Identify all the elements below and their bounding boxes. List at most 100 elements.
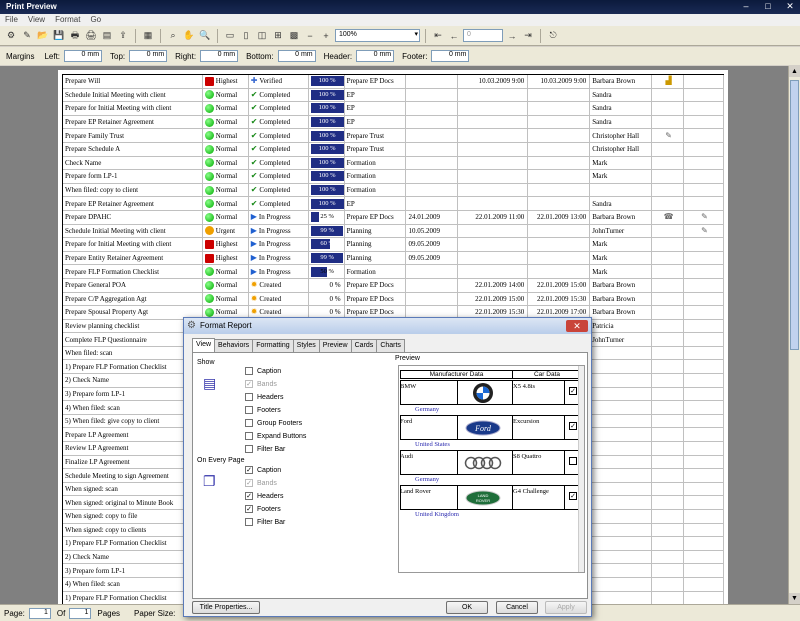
scroll-thumb[interactable] [790,80,799,350]
tab-charts[interactable]: Charts [376,339,405,353]
print-setup-icon[interactable]: 🖨 [84,29,98,43]
design-icon[interactable]: ⚙ [4,29,18,43]
current-page-field[interactable]: 1 [28,607,51,619]
checkbox-box[interactable] [245,445,253,453]
every-page-footers-checkbox[interactable]: ✓ Footers [245,505,281,513]
close-preview-icon[interactable]: ⎋ [546,29,560,43]
two-pages-icon[interactable]: ◫ [255,29,269,43]
tab-preview[interactable]: Preview [318,339,352,353]
zoom-out-icon[interactable]: − [303,29,317,43]
first-page-icon[interactable]: ⇤ [431,29,445,43]
owner-cell [590,550,653,564]
four-pages-icon[interactable]: ⊞ [271,29,285,43]
group-cell: Prepare Trust [345,142,407,156]
checkbox-box[interactable]: ✓ [245,479,253,487]
zoom-in-icon[interactable]: + [319,29,333,43]
status-text: In Progress [258,254,291,263]
scroll-down-icon[interactable]: ▼ [789,593,800,604]
owner-text: Christopher Hall [592,145,640,154]
last-page-icon[interactable]: ⇥ [521,29,535,43]
checkbox-box[interactable]: ✓ [245,492,253,500]
hand-tool-icon[interactable]: ✋ [182,29,196,43]
preview-grid-line [400,485,401,509]
margin-footer-input[interactable]: 0 mm [431,50,470,62]
format-icon[interactable]: ✎ [20,29,34,43]
note-cell [684,510,724,523]
scroll-up-icon[interactable]: ▲ [789,66,800,77]
margin-top-input[interactable]: 0 mm [129,50,168,62]
note-cell [684,333,724,346]
show-group-footers-checkbox[interactable]: Group Footers [245,419,302,427]
menu-format[interactable]: Format [50,14,85,26]
preview-scrollbar[interactable] [578,366,584,572]
show-footers-checkbox[interactable]: Footers [245,406,281,414]
task-text: 4) When filed: scan [65,403,120,412]
group-cell: EP [345,115,407,129]
checkbox-box[interactable] [245,419,253,427]
minimize-button[interactable]: – [740,1,752,12]
menu-file[interactable]: File [0,14,23,26]
next-page-icon[interactable]: → [505,29,519,43]
show-expand-buttons-checkbox[interactable]: Expand Buttons [245,432,306,440]
menu-go[interactable]: Go [85,14,106,26]
cancel-button[interactable]: Cancel [496,601,538,614]
zoom-combo[interactable]: 100% ▾ [335,29,420,42]
margin-right-input[interactable]: 0 mm [200,50,239,62]
page-width-icon[interactable]: ▭ [223,29,237,43]
show-caption-checkbox[interactable]: Caption [245,367,281,375]
checkbox-box[interactable] [245,393,253,401]
note-icon: ✎ [701,225,708,235]
checkbox-box[interactable]: ✓ [245,466,253,474]
dialog-title-bar[interactable]: ⚙ Format Report ✕ [184,318,591,334]
vertical-scrollbar[interactable]: ▲ ▼ [788,66,800,604]
open-icon[interactable]: 📂 [36,29,50,43]
start-cell: 22.01.2009 11:00 [458,210,529,224]
every-page-headers-checkbox[interactable]: ✓ Headers [245,492,283,500]
every-page-filter-bar-checkbox[interactable]: Filter Bar [245,518,285,526]
close-button[interactable]: ✕ [784,1,796,12]
tab-cards[interactable]: Cards [350,339,378,353]
page-setup-icon[interactable]: ▤ [100,29,114,43]
tab-view[interactable]: View [192,338,216,352]
print-icon[interactable]: 🖶 [68,29,82,43]
ok-button[interactable]: OK [446,601,488,614]
owner-cell: Sandra [590,115,653,129]
show-headers-checkbox[interactable]: Headers [245,393,283,401]
menu-view[interactable]: View [23,14,50,26]
margin-header-input[interactable]: 0 mm [356,50,395,62]
attachment-cell [652,292,685,306]
checkbox-box[interactable]: ✓ [245,380,253,388]
every-page-caption-checkbox[interactable]: ✓ Caption [245,466,281,474]
margin-bottom-input[interactable]: 0 mm [277,50,316,62]
tab-formatting[interactable]: Formatting [252,339,294,353]
title-properties-button[interactable]: Title Properties... [192,601,260,614]
margin-top-label: Top: [110,51,126,61]
tab-behaviors[interactable]: Behaviors [214,339,254,353]
whole-page-icon[interactable]: ▯ [239,29,253,43]
maximize-button[interactable]: □ [762,1,774,12]
show-bands-checkbox[interactable]: ✓ Bands [245,380,277,388]
every-page-bands-checkbox[interactable]: ✓ Bands [245,479,277,487]
export-icon[interactable]: ⇪ [116,29,130,43]
checkbox-box[interactable] [245,518,253,526]
checkbox-box[interactable] [245,406,253,414]
thumbnails-icon[interactable]: ▦ [141,29,155,43]
checkbox-box[interactable] [245,432,253,440]
owner-cell [590,183,653,197]
checkbox-box[interactable]: ✓ [245,505,253,513]
apply-button[interactable]: Apply [545,601,587,614]
page-number-input[interactable]: 0 [463,29,503,42]
dialog-close-button[interactable]: ✕ [566,320,588,332]
show-filter-bar-checkbox[interactable]: Filter Bar [245,445,285,453]
multi-pages-icon[interactable]: ▩ [287,29,301,43]
prev-page-icon[interactable]: ← [447,29,461,43]
find-icon[interactable]: ⌕ [166,29,180,43]
margin-left-input[interactable]: 0 mm [64,50,103,62]
checkbox-box[interactable] [245,367,253,375]
save-icon[interactable]: 💾 [52,29,66,43]
chevron-down-icon[interactable]: ▾ [414,30,418,38]
status-cell: ✔ Completed [249,115,309,129]
task-text: Review LP Agreement [65,444,129,453]
zoom-tool-icon[interactable]: 🔍 [198,29,212,43]
tab-styles[interactable]: Styles [292,339,320,353]
